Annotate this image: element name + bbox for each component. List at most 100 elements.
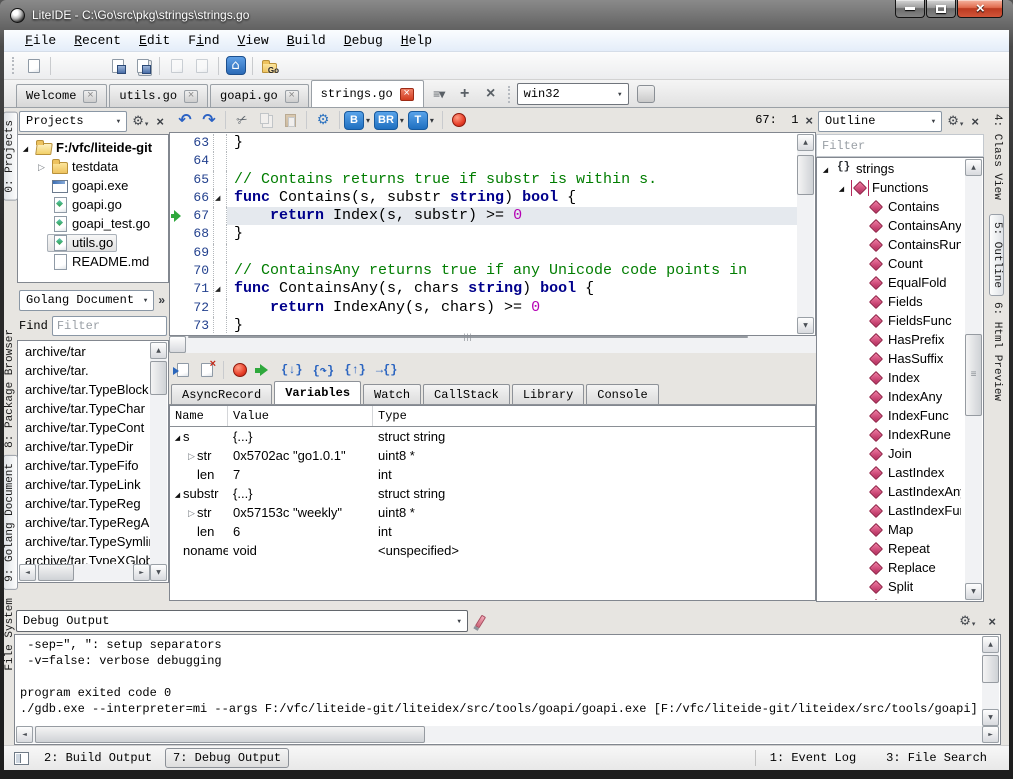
- toggle-panels-icon[interactable]: [14, 752, 29, 765]
- find-filter-input[interactable]: [52, 316, 167, 336]
- maximize-button[interactable]: [926, 0, 956, 18]
- debug-tab[interactable]: Console: [586, 384, 658, 404]
- build-chip-button[interactable]: B: [344, 111, 370, 130]
- outline-item[interactable]: Count: [818, 254, 965, 273]
- expander-icon[interactable]: [172, 429, 183, 444]
- statusbar-panel-button[interactable]: 3: File Search: [880, 749, 993, 767]
- continue-button[interactable]: [252, 360, 276, 380]
- menu-item[interactable]: Debug: [335, 32, 392, 49]
- debug-tab[interactable]: AsyncRecord: [171, 384, 272, 404]
- save-all-button[interactable]: [130, 55, 155, 77]
- sidebar-strip-tab[interactable]: 9: Golang Document: [4, 455, 18, 590]
- debug-tab[interactable]: Library: [512, 384, 584, 404]
- paste-button[interactable]: [278, 110, 302, 130]
- outline-item[interactable]: Replace: [818, 558, 965, 577]
- outline-item[interactable]: LastIndexFunc: [818, 501, 965, 520]
- outline-item[interactable]: Contains: [818, 197, 965, 216]
- sidebar-strip-tab[interactable]: 6: Html Preview: [990, 302, 1003, 401]
- gear-icon[interactable]: [959, 615, 975, 628]
- code-line[interactable]: 63 }: [171, 134, 797, 152]
- redo-button[interactable]: [197, 110, 221, 130]
- sidebar-strip-tab[interactable]: 5: Outline: [989, 214, 1004, 296]
- package-item[interactable]: archive/tar.TypeRegA: [19, 513, 150, 532]
- scrollbar-thumb[interactable]: [797, 155, 814, 195]
- package-item[interactable]: archive/tar.TypeBlock: [19, 380, 150, 399]
- scrollbar-thumb[interactable]: [150, 361, 167, 395]
- step-button-icon[interactable]: {↑}: [339, 363, 371, 377]
- editor-settings-button[interactable]: [311, 110, 335, 130]
- expander-icon[interactable]: [836, 180, 847, 195]
- outline-item[interactable]: LastIndexAny: [818, 482, 965, 501]
- code-line[interactable]: 64: [171, 152, 797, 170]
- code-line[interactable]: 68 }: [171, 225, 797, 243]
- outline-item[interactable]: HasPrefix: [818, 330, 965, 349]
- tree-row[interactable]: testdata: [18, 157, 168, 176]
- fold-marker[interactable]: [213, 262, 227, 280]
- debug-start-button[interactable]: [171, 360, 195, 380]
- column-header[interactable]: Name: [170, 406, 228, 426]
- editor-hscrollbar[interactable]: [169, 336, 816, 353]
- tree-row[interactable]: F:/vfc/liteide-git: [18, 138, 168, 157]
- save-file-button[interactable]: [105, 55, 130, 77]
- close-button[interactable]: [957, 0, 1003, 18]
- outline-item[interactable]: FieldsFunc: [818, 311, 965, 330]
- step-button-icon[interactable]: →{}: [371, 363, 403, 377]
- editor-tab[interactable]: Welcome: [16, 84, 107, 107]
- table-row[interactable]: substr {...} struct string: [170, 484, 815, 503]
- tree-row[interactable]: goapi.go: [18, 195, 168, 214]
- output-view-combo[interactable]: Debug Output: [16, 610, 468, 632]
- tab-close-icon[interactable]: [285, 90, 299, 103]
- panel-close-icon[interactable]: [153, 115, 167, 128]
- editor-close-icon[interactable]: [802, 114, 816, 127]
- outline-item[interactable]: IndexAny: [818, 387, 965, 406]
- column-header[interactable]: Value: [228, 406, 373, 426]
- outline-item[interactable]: ContainsAny: [818, 216, 965, 235]
- fold-marker[interactable]: [213, 299, 227, 317]
- expander-icon[interactable]: [820, 161, 831, 176]
- debug-tab[interactable]: CallStack: [423, 384, 510, 404]
- tree-row[interactable]: goapi.exe: [18, 176, 168, 195]
- fold-marker[interactable]: [213, 171, 227, 189]
- statusbar-panel-button[interactable]: 1: Event Log: [764, 749, 862, 767]
- table-row[interactable]: str 0x57153c "weekly" uint8 *: [170, 503, 815, 522]
- fold-marker[interactable]: [213, 189, 227, 207]
- fold-marker[interactable]: [213, 225, 227, 243]
- tab-close-icon[interactable]: [400, 88, 414, 101]
- outline-item[interactable]: Repeat: [818, 539, 965, 558]
- tab-list-icon[interactable]: [426, 83, 452, 105]
- godoc-button[interactable]: [257, 55, 282, 77]
- package-item[interactable]: archive/tar.TypeFifo: [19, 456, 150, 475]
- projects-view-combo[interactable]: Projects: [19, 111, 127, 132]
- scrollbar-thumb[interactable]: [35, 726, 425, 743]
- table-row[interactable]: s {...} struct string: [170, 427, 815, 446]
- scroll-up-icon[interactable]: [150, 342, 167, 359]
- scrollbar-thumb[interactable]: [188, 336, 748, 338]
- fold-marker[interactable]: [213, 244, 227, 262]
- scroll-up-icon[interactable]: [965, 159, 982, 176]
- expander-icon[interactable]: [186, 448, 197, 463]
- package-list-hscrollbar[interactable]: [19, 564, 150, 581]
- fold-marker[interactable]: [213, 134, 227, 152]
- expander-icon[interactable]: [172, 486, 183, 501]
- scroll-right-icon[interactable]: [133, 564, 150, 581]
- code-editor[interactable]: 63 } 64 65: [169, 132, 816, 336]
- package-item[interactable]: archive/tar.TypeLink: [19, 475, 150, 494]
- expander-icon[interactable]: [36, 159, 47, 174]
- package-item[interactable]: archive/tar.: [19, 361, 150, 380]
- code-line[interactable]: 72 return IndexAny(s, chars) >= 0: [171, 299, 797, 317]
- build-target-combo[interactable]: win32: [517, 83, 629, 105]
- minimize-button[interactable]: [895, 0, 925, 18]
- expander-icon[interactable]: [186, 505, 197, 520]
- outline-item[interactable]: EqualFold: [818, 273, 965, 292]
- table-row[interactable]: len 6 int: [170, 522, 815, 541]
- menu-item[interactable]: Find: [179, 32, 228, 49]
- outline-item[interactable]: HasSuffix: [818, 349, 965, 368]
- toolbar-handle[interactable]: [12, 57, 17, 74]
- build-chip-button[interactable]: T: [408, 111, 434, 130]
- code-line[interactable]: 71 func ContainsAny(s, chars string) boo…: [171, 280, 797, 298]
- package-item[interactable]: archive/tar.TypeSymlink: [19, 532, 150, 551]
- package-item[interactable]: archive/tar.TypeDir: [19, 437, 150, 456]
- editor-vscrollbar[interactable]: [797, 134, 814, 334]
- package-item[interactable]: archive/tar.TypeXGlobalHeader: [19, 551, 150, 564]
- package-item[interactable]: archive/tar: [19, 342, 150, 361]
